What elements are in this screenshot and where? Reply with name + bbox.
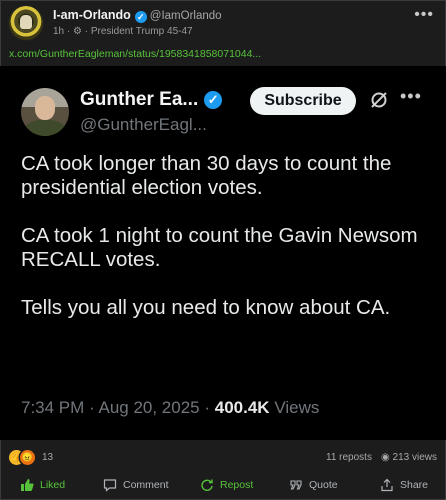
avatar-figure: [20, 15, 32, 29]
comment-label: Comment: [123, 479, 169, 491]
audience-icon: ⚙: [73, 26, 82, 37]
reaction-count[interactable]: 13: [42, 452, 53, 463]
tweet-text: CA took longer than 30 days to count the…: [21, 152, 431, 344]
share-label: Share: [400, 479, 429, 491]
quote-button[interactable]: Quote: [289, 474, 338, 496]
thumbs-up-icon: [21, 479, 34, 491]
tweet-paragraph: CA took 1 night to count the Gavin Newso…: [21, 224, 418, 271]
tweet-author-handle[interactable]: @GuntherEagl...: [80, 115, 207, 135]
author-avatar[interactable]: [9, 6, 43, 40]
views-stat: ◉ 213 views: [381, 452, 437, 463]
quote-label: Quote: [309, 479, 338, 491]
author-line: I-am-Orlando ✓ @IamOrlando: [53, 8, 222, 23]
subscribe-button[interactable]: Subscribe: [250, 87, 356, 115]
tweet-paragraph: CA took longer than 30 days to count the…: [21, 152, 392, 199]
action-bar: Liked Comment Repost Quote Share: [0, 474, 446, 496]
eye-icon: ◉: [381, 452, 393, 463]
like-label: Liked: [40, 479, 66, 491]
avatar-face: [35, 96, 55, 120]
repost-count[interactable]: 11 reposts: [326, 452, 372, 463]
post-meta: 1h · ⚙ · President Trump 45-47: [53, 26, 193, 37]
author-handle[interactable]: @IamOrlando: [150, 10, 222, 22]
author-name[interactable]: I-am-Orlando: [53, 8, 131, 22]
repost-button[interactable]: Repost: [200, 474, 253, 496]
tweet-author-line: Gunther Ea... ✓: [80, 89, 223, 111]
repost-label: Repost: [220, 479, 254, 491]
post-link[interactable]: x.com/GuntherEagleman/status/19583418580…: [9, 48, 261, 60]
tweet-more-icon[interactable]: •••: [400, 86, 422, 107]
angry-reaction-icon: 😠: [20, 450, 35, 465]
tweet-views-label: Views: [274, 398, 320, 417]
tweet-author-name[interactable]: Gunther Ea...: [80, 89, 198, 110]
share-button[interactable]: Share: [380, 474, 428, 496]
reaction-icons[interactable]: 👍 😠: [9, 450, 39, 466]
comment-icon: [103, 479, 117, 492]
verified-icon: ✓: [204, 91, 223, 109]
post-header: I-am-Orlando ✓ @IamOrlando 1h · ⚙ · Presid…: [0, 0, 446, 46]
tweet-avatar[interactable]: [21, 88, 69, 136]
tweet-footer: 7:34 PM · Aug 20, 2025 · 400.4K Views: [21, 398, 319, 418]
views-count: 213 views: [392, 452, 437, 463]
embedded-tweet: Gunther Ea... ✓ @GuntherEagl... Subscribe…: [0, 66, 446, 440]
share-icon: [381, 478, 393, 492]
post-time[interactable]: 1h: [53, 26, 64, 37]
grok-icon[interactable]: [370, 91, 388, 109]
like-button[interactable]: Liked: [20, 474, 65, 496]
tweet-paragraph: Tells you all you need to know about CA.: [21, 296, 391, 319]
post-audience[interactable]: President Trump 45-47: [91, 26, 193, 37]
avatar-shirt: [25, 120, 65, 136]
quote-icon: [290, 480, 302, 490]
more-options-icon[interactable]: •••: [414, 6, 434, 24]
repost-icon: [201, 479, 213, 491]
verified-icon: ✓: [134, 11, 147, 23]
tweet-views-count: 400.4K: [214, 398, 270, 417]
comment-button[interactable]: Comment: [103, 474, 169, 496]
tweet-timestamp[interactable]: 7:34 PM · Aug 20, 2025 ·: [21, 398, 210, 417]
reaction-summary: 👍 😠 13 11 reposts ◉ 213 views: [0, 448, 446, 468]
